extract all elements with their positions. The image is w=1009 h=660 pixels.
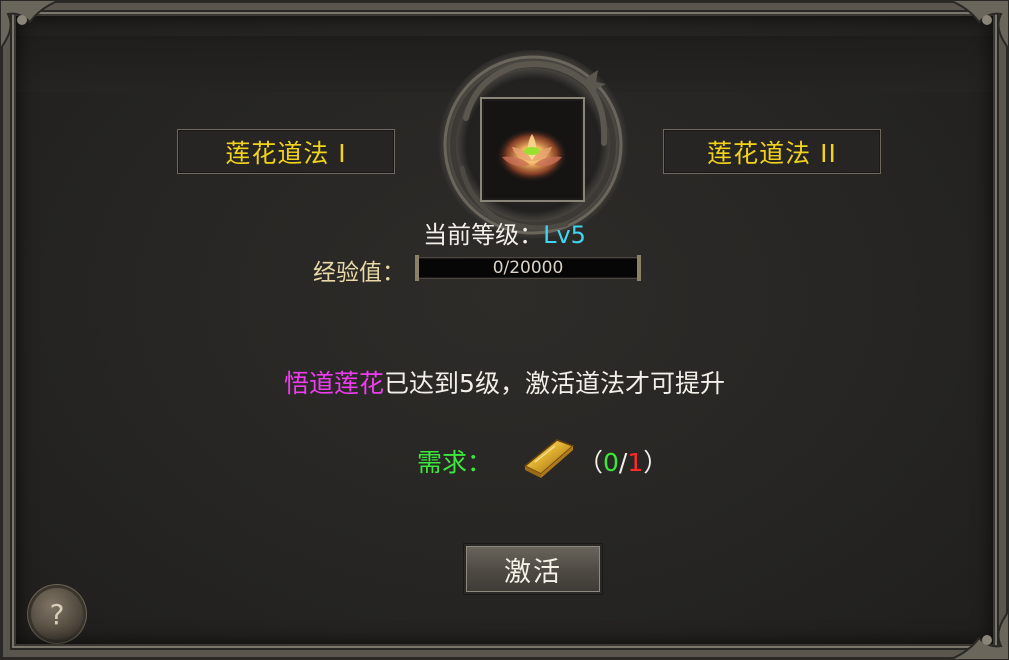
current-level: 当前等级：Lv5 (0, 215, 1009, 250)
exp-progress-bar: 0/20000 (415, 255, 641, 281)
skill-upgrade-panel: 莲花道法 I 莲花道法 II 当前等级：Lv5 经验值： 0/20000 悟道莲… (0, 0, 1009, 660)
lotus-icon (492, 124, 572, 184)
requirement-count: （0/1） (578, 443, 668, 479)
skill-icon-slot[interactable] (480, 97, 585, 202)
help-button[interactable]: ? (31, 588, 83, 640)
notice-highlight: 悟道莲花 (284, 369, 385, 398)
requirement-label: 需求： (417, 448, 493, 477)
corner-ornament (948, 606, 1009, 660)
activate-label: 激活 (504, 556, 562, 588)
notice-text: 已达到5级，激活道法才可提升 (384, 369, 725, 398)
have-count: 0 (603, 448, 619, 477)
tab-lotus-dao-2[interactable]: 莲花道法 II (663, 129, 881, 174)
upgrade-notice: 悟道莲花已达到5级，激活道法才可提升 (0, 364, 1009, 400)
level-value: Lv5 (543, 221, 586, 249)
level-label: 当前等级： (423, 221, 544, 249)
exp-text: 0/20000 (492, 258, 564, 278)
help-icon: ? (49, 597, 65, 631)
exp-label: 经验值： (313, 260, 405, 286)
tab-label: 莲花道法 I (225, 138, 347, 168)
gold-bar-icon[interactable] (521, 432, 577, 482)
tab-label: 莲花道法 II (707, 138, 837, 168)
paren-open: （ (578, 448, 604, 477)
activate-button[interactable]: 激活 (464, 544, 602, 594)
tab-lotus-dao-1[interactable]: 莲花道法 I (177, 129, 395, 174)
paren-close: ） (643, 448, 669, 477)
need-count: 1 (627, 448, 644, 477)
